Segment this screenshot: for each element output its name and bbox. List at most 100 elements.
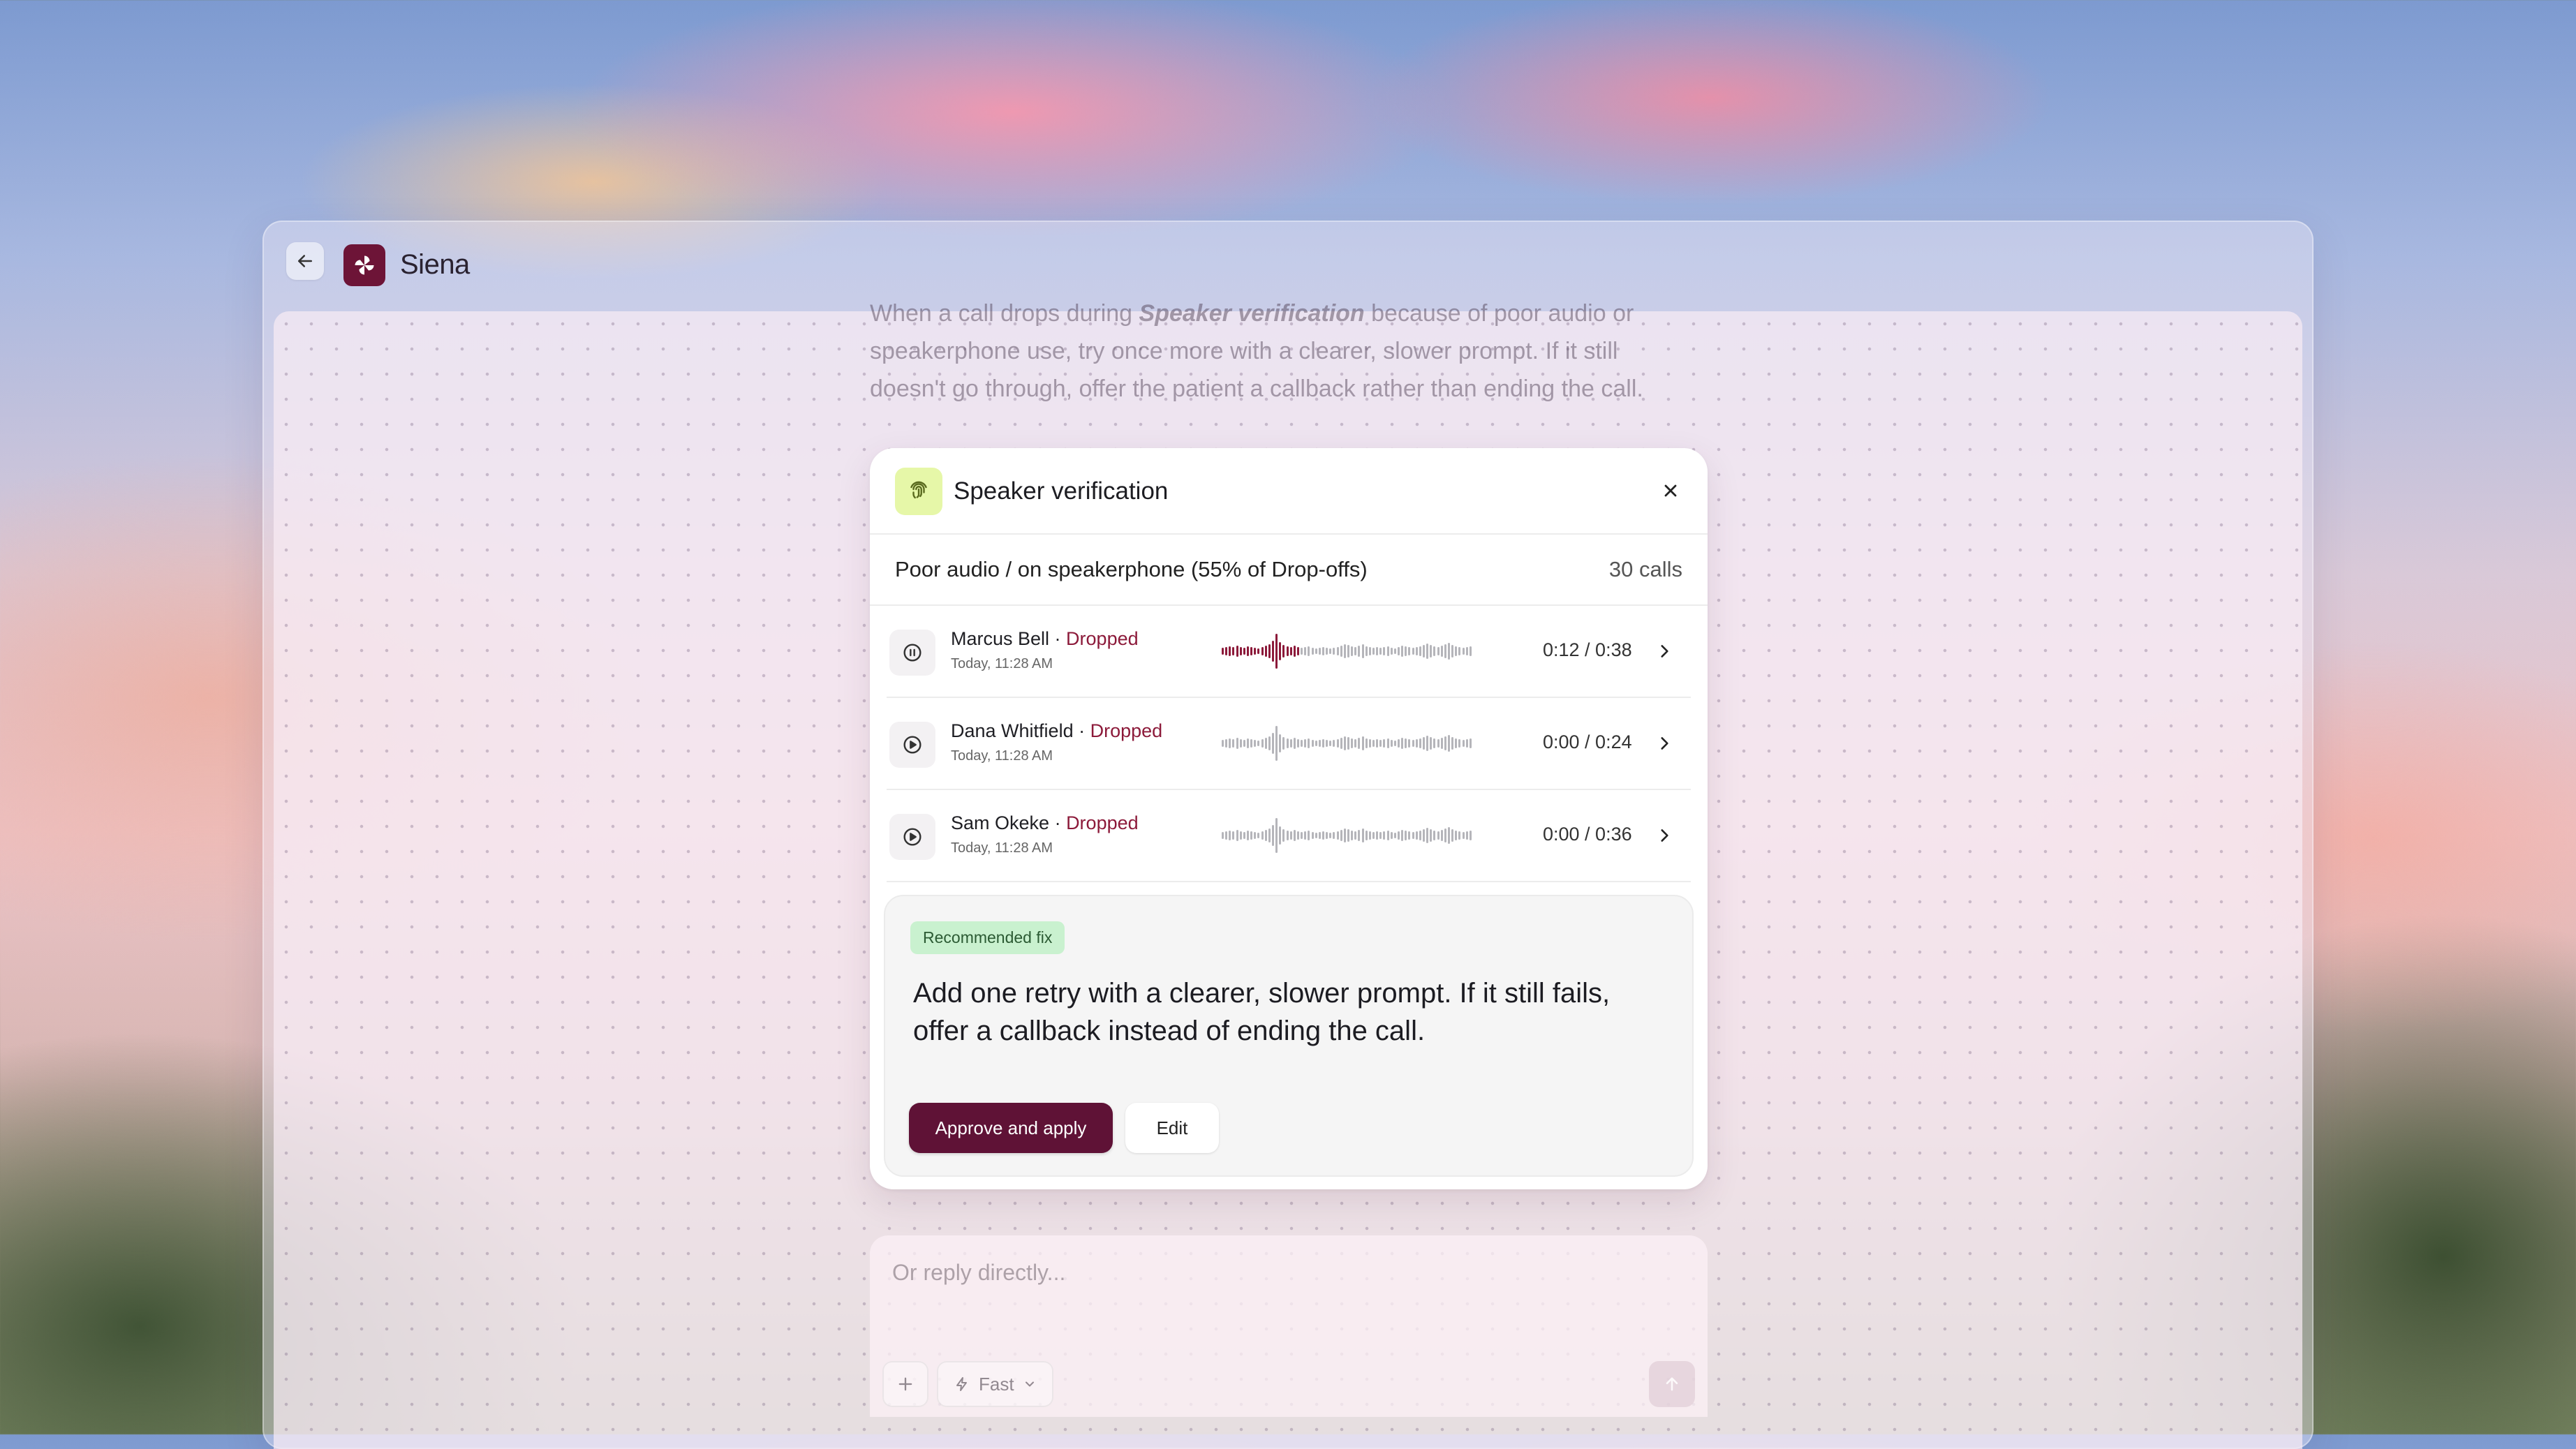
call-row[interactable]: Dana Whitfield · Dropped Today, 11:28 AM… [887,698,1691,790]
waveform-bar [1297,739,1299,748]
play-button[interactable] [889,722,935,768]
app-name: Siena [400,249,470,280]
waveform-bar [1297,831,1299,840]
waveform-bar [1423,645,1425,657]
waveform-bar [1268,644,1271,658]
approve-and-apply-button[interactable]: Approve and apply [909,1103,1113,1153]
waveform-bar [1279,826,1282,845]
waveform-bar [1311,832,1314,839]
waveform-bar [1451,829,1454,842]
waveform-bar [1336,831,1339,840]
waveform-bar [1254,832,1257,839]
waveform-bar [1437,647,1439,655]
waveform-bar [1289,647,1292,655]
recommended-fix-text: Add one retry with a clearer, slower pro… [913,978,1611,1046]
waveform-bar [1329,833,1332,838]
call-time: Today, 11:28 AM [951,840,1053,856]
waveform-bar [1451,737,1454,750]
waveform-bar [1279,642,1282,660]
waveform-bar [1315,833,1317,838]
waveform-bar [1354,739,1357,748]
pause-button[interactable] [889,630,935,676]
waveform-bar [1419,831,1421,840]
reply-input[interactable] [891,1259,1522,1286]
waveform-bar [1419,738,1421,748]
waveform-bar [1301,832,1303,839]
waveform-bar [1340,738,1342,749]
waveform-bar [1257,741,1260,746]
waveform-bar [1358,830,1361,841]
waveform-bar [1415,831,1418,840]
play-button[interactable] [889,814,935,860]
caller-name: Marcus Bell [951,628,1050,649]
waveform-bar [1336,739,1339,748]
waveform-bar [1236,830,1238,841]
waveform-bar [1239,739,1242,748]
send-button[interactable] [1649,1361,1695,1407]
waveform-bar [1444,736,1446,750]
mode-select[interactable]: Fast [937,1361,1053,1407]
waveform-bar [1405,738,1407,748]
waveform-bar [1379,648,1382,655]
waveform-bar [1257,648,1260,654]
call-row[interactable]: Marcus Bell · Dropped Today, 11:28 AM 0:… [887,606,1691,698]
waveform-bar [1437,831,1439,840]
waveform-bar [1433,738,1436,748]
waveform-bar [1289,831,1292,840]
edit-button[interactable]: Edit [1125,1103,1219,1153]
waveform-bar [1315,648,1317,654]
call-row[interactable]: Sam Okeke · Dropped Today, 11:28 AM 0:00… [887,790,1691,882]
audio-waveform[interactable] [1222,634,1473,669]
card-title: Speaker verification [954,477,1169,505]
waveform-bar [1412,740,1414,747]
open-call-button[interactable] [1652,823,1677,848]
waveform-bar [1440,738,1443,749]
waveform-bar [1361,828,1364,842]
waveform-bar [1368,647,1371,655]
call-time: Today, 11:28 AM [951,656,1053,671]
waveform-bar [1469,738,1472,748]
audio-waveform[interactable] [1222,726,1473,761]
waveform-bar [1308,738,1310,748]
caller-separator: · [1049,812,1067,833]
waveform-bar [1229,738,1231,748]
waveform-bar [1372,648,1375,655]
caller-line: Sam Okeke · Dropped [951,812,1139,834]
back-button[interactable] [286,242,324,280]
waveform-bar [1376,831,1379,840]
waveform-bar [1423,829,1425,842]
waveform-bar [1336,647,1339,655]
lightning-icon [956,1377,967,1391]
open-call-button[interactable] [1652,731,1677,756]
waveform-bar [1254,648,1257,655]
waveform-bar [1261,831,1264,840]
waveform-bar [1286,738,1289,748]
waveform-bar [1250,739,1253,748]
waveform-bar [1462,832,1465,839]
waveform-bar [1433,646,1436,656]
waveform-bar [1469,831,1472,840]
open-call-button[interactable] [1652,639,1677,664]
waveform-bar [1343,644,1346,658]
waveform-bar [1405,831,1407,840]
waveform-bar [1455,738,1458,748]
waveform-bar [1455,646,1458,656]
assistant-message-emphasis: Speaker verification [1139,300,1365,327]
card-header: Speaker verification [870,448,1708,535]
waveform-bar [1247,646,1249,656]
waveform-bar [1444,828,1446,842]
waveform-bar [1393,648,1396,654]
waveform-bar [1451,645,1454,657]
waveform-bar [1386,738,1389,748]
audio-waveform[interactable] [1222,818,1473,853]
waveform-bar [1286,831,1289,840]
add-attachment-button[interactable] [882,1361,928,1407]
close-button[interactable] [1656,476,1685,505]
waveform-bar [1289,739,1292,748]
waveform-bar [1275,726,1278,761]
waveform-bar [1329,648,1332,654]
waveform-bar [1465,831,1468,840]
waveform-bar [1465,739,1468,748]
waveform-bar [1351,646,1354,656]
waveform-bar [1415,739,1418,748]
